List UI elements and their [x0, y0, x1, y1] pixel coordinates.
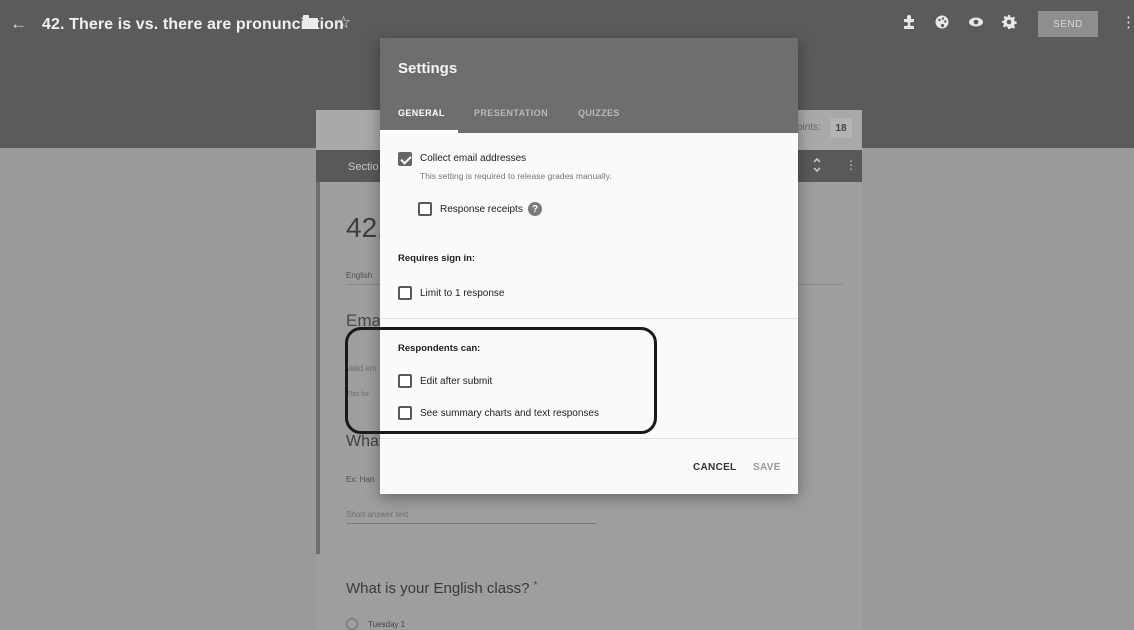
limit-one-label: Limit to 1 response [420, 288, 505, 299]
palette-icon[interactable] [934, 14, 950, 34]
response-receipts-label: Response receipts [440, 204, 523, 215]
radio-option[interactable] [346, 618, 358, 630]
star-icon[interactable]: ☆ [336, 13, 351, 33]
short-answer-placeholder: Short answer text [346, 510, 409, 519]
tab-quizzes[interactable]: QUIZZES [578, 108, 620, 118]
required-mark: * [533, 580, 538, 591]
divider [380, 438, 798, 439]
highlight-annotation [345, 327, 657, 434]
limit-one-checkbox[interactable] [398, 286, 412, 300]
requires-sign-in-heading: Requires sign in: [398, 253, 476, 264]
send-button[interactable]: SEND [1038, 11, 1098, 37]
points-value: 18 [830, 118, 852, 138]
dialog-header: Settings GENERAL PRESENTATION QUIZZES [380, 38, 798, 133]
question-fragment: What [346, 433, 384, 450]
help-icon[interactable]: ? [528, 202, 542, 216]
radio-option-label: Tuesday 1 [368, 620, 406, 629]
short-answer-underline [346, 523, 596, 524]
tab-general[interactable]: GENERAL [398, 108, 445, 118]
tab-presentation[interactable]: PRESENTATION [474, 108, 548, 118]
class-question-text: What is your English class? [346, 580, 530, 597]
class-question: What is your English class? * [346, 580, 537, 597]
gear-icon[interactable] [1001, 14, 1017, 34]
active-tab-indicator [380, 130, 458, 133]
points-label: oints: [797, 122, 821, 133]
collect-email-note: This setting is required to release grad… [420, 171, 612, 181]
puzzle-icon[interactable] [901, 14, 917, 34]
form-title: 42. There is vs. there are pronunciation [42, 16, 344, 33]
response-receipts-checkbox[interactable] [418, 202, 432, 216]
folder-icon[interactable] [303, 15, 318, 29]
collect-email-checkbox[interactable] [398, 152, 412, 166]
section-more-icon[interactable]: ⋮ [845, 158, 857, 172]
divider [380, 318, 798, 319]
cancel-button[interactable]: CANCEL [693, 462, 736, 473]
collapse-icon[interactable] [812, 157, 822, 175]
more-vert-icon[interactable]: ⋮ [1121, 13, 1134, 31]
arrow-left-icon[interactable]: ← [10, 14, 27, 34]
form-description-fragment: English [346, 271, 373, 280]
save-button[interactable]: SAVE [753, 462, 781, 473]
section-label: Sectio [348, 161, 379, 173]
collect-email-label: Collect email addresses [420, 153, 527, 164]
dialog-title: Settings [398, 60, 458, 77]
active-section-indicator [316, 182, 320, 554]
eye-icon[interactable] [968, 14, 984, 34]
question-hint-fragment: Ex: Han [346, 475, 375, 484]
